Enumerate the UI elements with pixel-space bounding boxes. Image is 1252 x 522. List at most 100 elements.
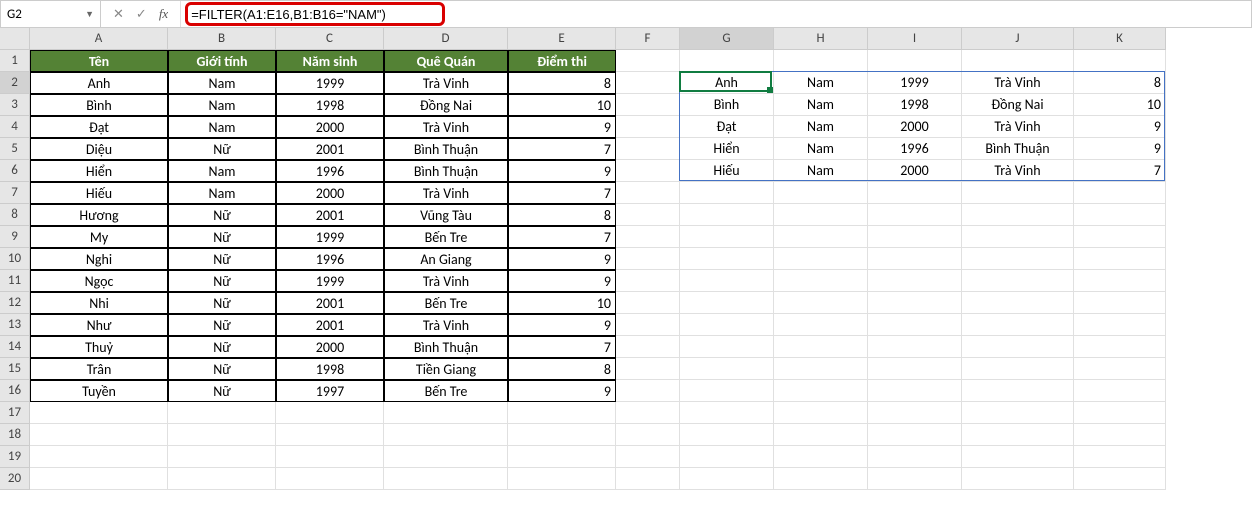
cell-D16[interactable]: Bến Tre [384,380,508,402]
cell-E6[interactable]: 9 [508,160,616,182]
row-header-15[interactable]: 15 [0,358,30,380]
cell-D18[interactable] [384,424,508,446]
cell-G13[interactable] [680,314,774,336]
cell-F2[interactable] [616,72,680,94]
cell-F4[interactable] [616,116,680,138]
row-header-20[interactable]: 20 [0,468,30,490]
name-box[interactable]: G2 ▼ [1,1,101,27]
cell-C1[interactable]: Năm sinh [276,50,384,72]
cell-J3[interactable]: Đồng Nai [962,94,1074,116]
cell-G15[interactable] [680,358,774,380]
cell-G17[interactable] [680,402,774,424]
cell-A12[interactable]: Nhi [30,292,168,314]
row-header-5[interactable]: 5 [0,138,30,160]
cell-F20[interactable] [616,468,680,490]
row-header-8[interactable]: 8 [0,204,30,226]
cell-K7[interactable] [1074,182,1166,204]
cell-I5[interactable]: 1996 [868,138,962,160]
chevron-down-icon[interactable]: ▼ [85,9,94,20]
cell-E12[interactable]: 10 [508,292,616,314]
cell-G4[interactable]: Đạt [680,116,774,138]
cell-I3[interactable]: 1998 [868,94,962,116]
cell-E13[interactable]: 9 [508,314,616,336]
cell-G5[interactable]: Hiển [680,138,774,160]
col-header-F[interactable]: F [616,28,680,50]
cell-J15[interactable] [962,358,1074,380]
cell-J19[interactable] [962,446,1074,468]
cell-F8[interactable] [616,204,680,226]
cell-H4[interactable]: Nam [774,116,868,138]
cell-G2[interactable]: Anh [680,72,774,94]
cell-B10[interactable]: Nữ [168,248,276,270]
cell-G12[interactable] [680,292,774,314]
row-header-1[interactable]: 1 [0,50,30,72]
cell-I16[interactable] [868,380,962,402]
row-header-2[interactable]: 2 [0,72,30,94]
cell-C11[interactable]: 1999 [276,270,384,292]
row-header-6[interactable]: 6 [0,160,30,182]
cell-D14[interactable]: Bình Thuận [384,336,508,358]
cell-K12[interactable] [1074,292,1166,314]
cell-B16[interactable]: Nữ [168,380,276,402]
cell-J2[interactable]: Trà Vinh [962,72,1074,94]
cell-B12[interactable]: Nữ [168,292,276,314]
cell-I1[interactable] [868,50,962,72]
cell-A18[interactable] [30,424,168,446]
cell-J13[interactable] [962,314,1074,336]
row-header-17[interactable]: 17 [0,402,30,424]
cell-I9[interactable] [868,226,962,248]
cell-D12[interactable]: Bến Tre [384,292,508,314]
cell-J7[interactable] [962,182,1074,204]
cell-I15[interactable] [868,358,962,380]
cell-B14[interactable]: Nữ [168,336,276,358]
cell-G11[interactable] [680,270,774,292]
row-header-16[interactable]: 16 [0,380,30,402]
cell-I7[interactable] [868,182,962,204]
cell-C10[interactable]: 1996 [276,248,384,270]
cell-F5[interactable] [616,138,680,160]
cell-F13[interactable] [616,314,680,336]
cell-D6[interactable]: Bình Thuận [384,160,508,182]
cell-D19[interactable] [384,446,508,468]
cell-C9[interactable]: 1999 [276,226,384,248]
cell-K18[interactable] [1074,424,1166,446]
cell-F19[interactable] [616,446,680,468]
cell-J5[interactable]: Bình Thuận [962,138,1074,160]
cell-F9[interactable] [616,226,680,248]
cell-K3[interactable]: 10 [1074,94,1166,116]
cell-H13[interactable] [774,314,868,336]
cell-C8[interactable]: 2001 [276,204,384,226]
cell-J11[interactable] [962,270,1074,292]
cell-D13[interactable]: Trà Vinh [384,314,508,336]
col-header-K[interactable]: K [1074,28,1166,50]
col-header-J[interactable]: J [962,28,1074,50]
cell-E1[interactable]: Điểm thi [508,50,616,72]
cell-K20[interactable] [1074,468,1166,490]
cell-J18[interactable] [962,424,1074,446]
col-header-D[interactable]: D [384,28,508,50]
cell-A5[interactable]: Diệu [30,138,168,160]
cell-A13[interactable]: Như [30,314,168,336]
cell-E5[interactable]: 7 [508,138,616,160]
cell-B17[interactable] [168,402,276,424]
cell-H11[interactable] [774,270,868,292]
cell-K15[interactable] [1074,358,1166,380]
cell-K11[interactable] [1074,270,1166,292]
cell-F14[interactable] [616,336,680,358]
row-header-11[interactable]: 11 [0,270,30,292]
cell-G18[interactable] [680,424,774,446]
cell-K5[interactable]: 9 [1074,138,1166,160]
cell-F12[interactable] [616,292,680,314]
cell-C20[interactable] [276,468,384,490]
cell-J14[interactable] [962,336,1074,358]
cell-K8[interactable] [1074,204,1166,226]
cell-J10[interactable] [962,248,1074,270]
cell-E8[interactable]: 8 [508,204,616,226]
select-all-corner[interactable] [0,28,30,50]
cell-B6[interactable]: Nam [168,160,276,182]
cell-G6[interactable]: Hiếu [680,160,774,182]
cell-H2[interactable]: Nam [774,72,868,94]
spreadsheet-grid[interactable]: ABCDEFGHIJK 1234567891011121314151617181… [0,28,1252,522]
cell-F17[interactable] [616,402,680,424]
cell-C7[interactable]: 2000 [276,182,384,204]
